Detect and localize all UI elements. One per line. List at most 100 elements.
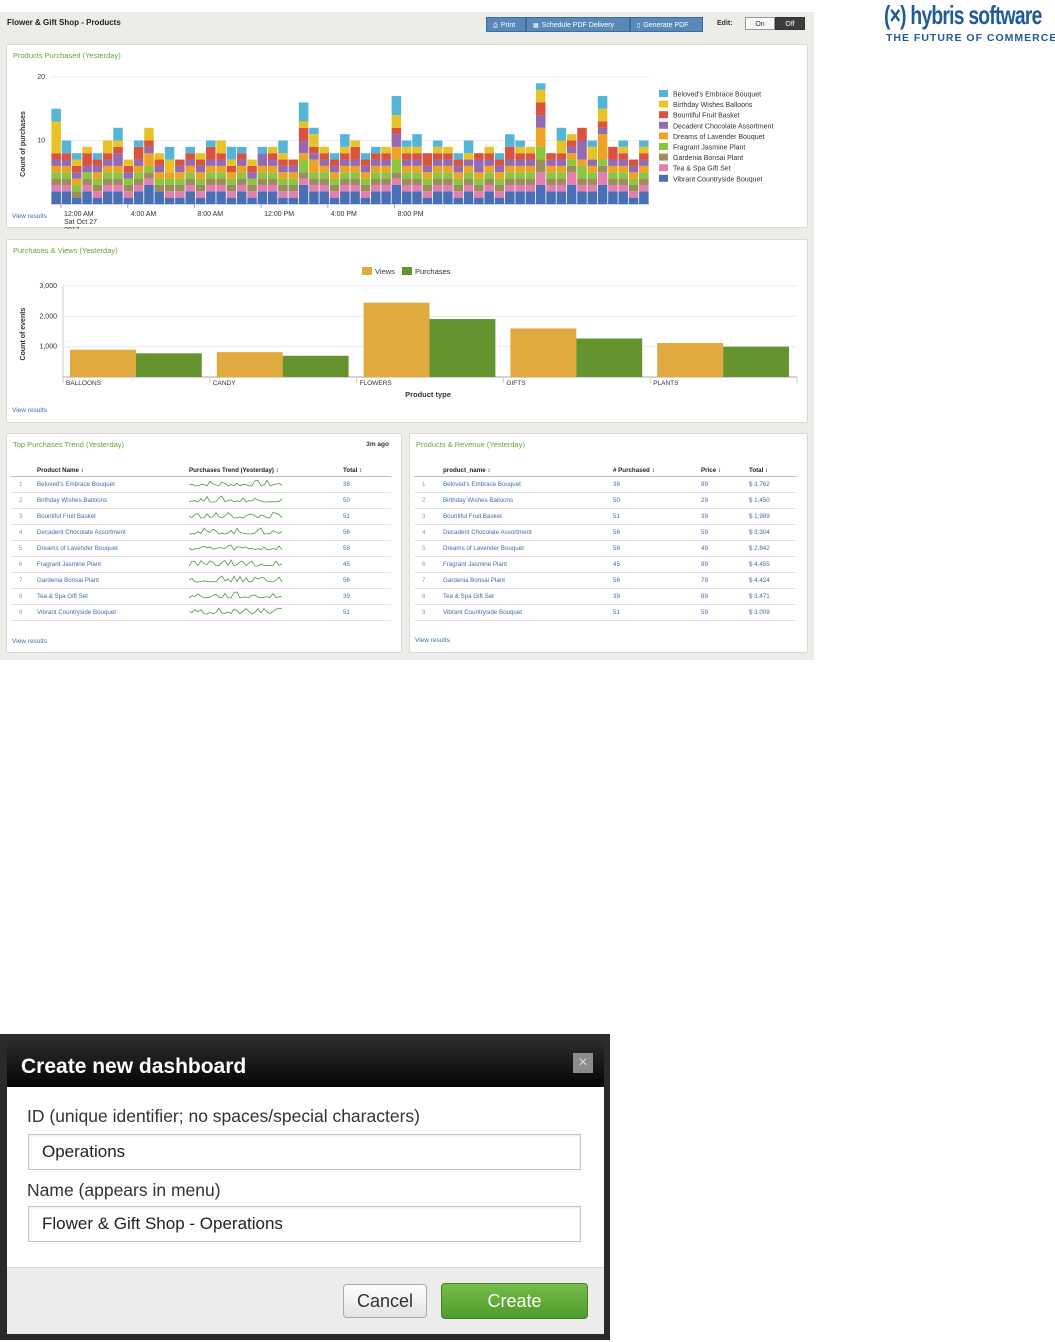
table-row[interactable]: 8 Tea & Spa Gift Set 39 89 $ 3,471 [414, 588, 796, 605]
bar-segment[interactable] [546, 159, 556, 166]
column-header-trend[interactable]: Purchases Trend (Yesterday) ↕ [189, 465, 343, 477]
bar-segment[interactable] [206, 165, 216, 173]
bar-segment[interactable] [608, 159, 618, 166]
bar-segment[interactable] [618, 178, 628, 185]
bar-segment[interactable] [133, 191, 144, 204]
bar-segment[interactable] [195, 172, 206, 179]
bar-segment[interactable] [309, 134, 319, 147]
bar-segment[interactable] [185, 165, 195, 173]
view-results-link[interactable]: View results [12, 638, 47, 645]
bar-segment[interactable] [525, 165, 536, 173]
bar-segment[interactable] [484, 191, 494, 204]
bar-segment[interactable] [340, 146, 350, 154]
bar-segment[interactable] [505, 165, 515, 173]
schedule-pdf-button[interactable]: ▦ Schedule PDF Delivery [526, 17, 630, 32]
bar-segment[interactable] [61, 172, 72, 179]
bar-segment[interactable] [401, 191, 412, 204]
bar-segment[interactable] [381, 153, 391, 160]
bar[interactable] [429, 319, 496, 377]
bar-segment[interactable] [72, 165, 82, 173]
bar-segment[interactable] [401, 184, 412, 192]
bar-segment[interactable] [113, 140, 123, 147]
column-header-product-name[interactable]: Product Name ↕ [37, 465, 189, 477]
bar-segment[interactable] [61, 178, 72, 185]
bar-segment[interactable] [628, 172, 639, 179]
bar-segment[interactable] [51, 153, 61, 160]
bar-segment[interactable] [443, 178, 453, 185]
bar-segment[interactable] [577, 165, 587, 179]
bar-segment[interactable] [556, 127, 567, 141]
bar-segment[interactable] [61, 153, 72, 160]
bar-segment[interactable] [484, 172, 494, 179]
bar-segment[interactable] [257, 165, 268, 173]
table-row[interactable]: 1 Beloved's Embrace Bouquet 38 99 $ 3,762 [414, 476, 796, 493]
bar-segment[interactable] [443, 159, 453, 166]
bar-segment[interactable] [92, 159, 103, 166]
bar-segment[interactable] [432, 165, 443, 173]
bar-segment[interactable] [577, 127, 587, 141]
bar-segment[interactable] [216, 172, 226, 179]
bar-segment[interactable] [278, 153, 288, 160]
bar-segment[interactable] [432, 153, 443, 160]
product-name-cell[interactable]: Fragrant Jasmine Plant [37, 556, 189, 573]
bar-segment[interactable] [133, 172, 144, 179]
bar-segment[interactable] [639, 178, 649, 185]
product-name-cell[interactable]: Birthday Wishes Balloons [37, 492, 189, 509]
bar-segment[interactable] [401, 165, 412, 173]
bar-segment[interactable] [309, 191, 319, 204]
bar-segment[interactable] [113, 172, 123, 179]
bar-segment[interactable] [195, 178, 206, 185]
bar-segment[interactable] [597, 127, 608, 135]
bar-segment[interactable] [164, 191, 175, 198]
bar-segment[interactable] [329, 191, 340, 198]
table-row[interactable]: 9 Vibrant Countryside Bouquet 51 59 $ 3,009 [414, 604, 796, 621]
bar-segment[interactable] [484, 146, 494, 154]
bar-segment[interactable] [535, 146, 546, 160]
bar-segment[interactable] [443, 153, 453, 160]
bar-segment[interactable] [494, 159, 505, 166]
bar-segment[interactable] [72, 184, 82, 192]
bar-segment[interactable] [154, 165, 165, 173]
bar-segment[interactable] [82, 172, 92, 179]
table-row[interactable]: 6 Fragrant Jasmine Plant 45 [11, 556, 391, 573]
table-row[interactable]: 6 Fragrant Jasmine Plant 45 99 $ 4,455 [414, 556, 796, 573]
bar-segment[interactable] [360, 178, 371, 185]
bar-segment[interactable] [247, 197, 257, 204]
bar-segment[interactable] [515, 172, 525, 179]
bar-segment[interactable] [226, 159, 237, 166]
bar-segment[interactable] [432, 159, 443, 166]
bar-segment[interactable] [247, 165, 257, 173]
table-row[interactable]: 8 Tea & Spa Gift Set 39 [11, 588, 391, 605]
product-name-cell[interactable]: Vibrant Countryside Bouquet [37, 604, 189, 621]
bar-segment[interactable] [474, 178, 484, 185]
bar-segment[interactable] [298, 127, 309, 141]
bar-segment[interactable] [618, 146, 628, 154]
bar-segment[interactable] [92, 165, 103, 173]
bar-segment[interactable] [360, 172, 371, 179]
bar-segment[interactable] [453, 184, 464, 192]
bar-segment[interactable] [535, 159, 546, 173]
bar-segment[interactable] [639, 191, 649, 204]
product-name-cell[interactable]: Decadent Chocolate Assortment [37, 524, 189, 541]
bar-segment[interactable] [432, 146, 443, 154]
bar-segment[interactable] [350, 184, 360, 192]
bar-segment[interactable] [371, 146, 381, 154]
bar-segment[interactable] [422, 178, 433, 185]
bar-segment[interactable] [618, 153, 628, 160]
close-icon[interactable]: × [573, 1053, 593, 1073]
bar-segment[interactable] [515, 140, 525, 147]
bar-segment[interactable] [82, 191, 92, 204]
bar-segment[interactable] [360, 184, 371, 192]
bar-segment[interactable] [144, 165, 154, 173]
bar-segment[interactable] [453, 165, 464, 173]
bar-segment[interactable] [350, 140, 360, 147]
bar-segment[interactable] [123, 178, 134, 185]
bar-segment[interactable] [639, 184, 649, 192]
bar-segment[interactable] [577, 184, 587, 192]
bar-segment[interactable] [102, 140, 113, 154]
bar-segment[interactable] [535, 89, 546, 103]
bar-segment[interactable] [278, 178, 288, 185]
bar-segment[interactable] [597, 165, 608, 173]
product-name-cell[interactable]: Bountiful Fruit Basket [37, 508, 189, 525]
bar-segment[interactable] [412, 178, 422, 185]
